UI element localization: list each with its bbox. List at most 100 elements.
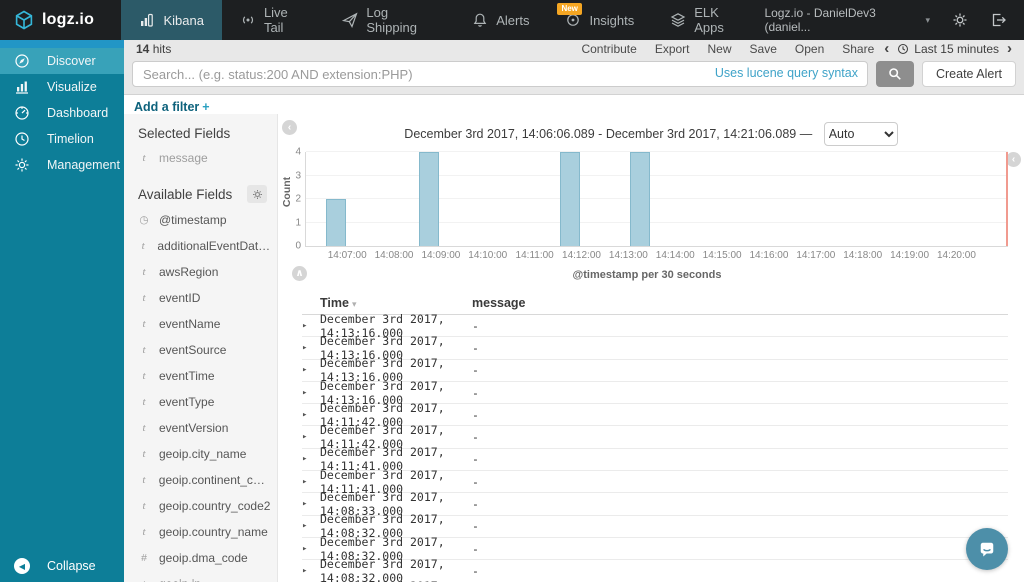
settings-gear-icon[interactable] — [952, 12, 968, 28]
field-item-message[interactable]: t message — [138, 145, 271, 171]
toolbar-action-new[interactable]: New — [708, 42, 732, 56]
topnav-tab-label: Log Shipping — [366, 5, 417, 35]
time-forward-chevron[interactable]: › — [1007, 41, 1012, 56]
add-filter-label: Add a filter — [134, 100, 200, 114]
table-body: ▸ December 3rd 2017, 14:13:16.000- ▸ Decemb… — [302, 312, 1008, 582]
message-column-header[interactable]: message — [472, 296, 1008, 310]
toolbar-action-share[interactable]: Share — [842, 42, 874, 56]
create-alert-button[interactable]: Create Alert — [921, 61, 1016, 87]
field-item-additionaleventdata-fu-[interactable]: t additionalEventData.fu... — [138, 233, 271, 259]
account-menu[interactable]: Logz.io - DanielDev3 (daniel... ▾ — [764, 6, 930, 34]
sidebar-item-visualize[interactable]: Visualize — [0, 74, 124, 100]
topnav-tab-elk-apps[interactable]: ELK Apps — [652, 0, 764, 40]
topnav-tab-live-tail[interactable]: Live Tail — [222, 0, 324, 40]
field-name: geoip.country_code2 — [159, 499, 271, 513]
field-item-eventtime[interactable]: t eventTime — [138, 363, 271, 389]
search-button[interactable] — [875, 61, 914, 87]
field-type-t-icon: t — [142, 422, 146, 434]
toolbar-action-open[interactable]: Open — [795, 42, 824, 56]
gridline — [306, 198, 1008, 199]
row-expand-caret-icon[interactable]: ▸ — [302, 388, 320, 398]
toolbar-action-save[interactable]: Save — [750, 42, 777, 56]
sidebar-item-timelion[interactable]: Timelion — [0, 126, 124, 152]
time-back-chevron[interactable]: ‹ — [884, 41, 889, 56]
field-item-awsregion[interactable]: t awsRegion — [138, 259, 271, 285]
sidebar-menu: Discover Visualize Dashboard Timelion Manage… — [0, 48, 124, 178]
topnav-tab-label: ELK Apps — [694, 5, 724, 35]
x-tick-label: 14:18:00 — [843, 250, 883, 261]
field-item-eventid[interactable]: t eventID — [138, 285, 271, 311]
row-message-cell: - — [472, 474, 479, 489]
logout-icon[interactable] — [990, 12, 1006, 28]
collapse-fields-panel-button[interactable]: ‹ — [282, 120, 297, 135]
sidebar-item-management[interactable]: Management — [0, 152, 124, 178]
row-message-cell: - — [472, 363, 479, 378]
alerts-icon — [472, 12, 488, 28]
field-item-geoip-continent-code[interactable]: t geoip.continent_code — [138, 467, 271, 493]
topnav-tab-insights[interactable]: New Insights — [547, 0, 652, 40]
field-item--timestamp[interactable]: ◷ @timestamp — [138, 207, 271, 233]
field-item-geoip-dma-code[interactable]: # geoip.dma_code — [138, 545, 271, 571]
row-expand-caret-icon[interactable]: ▸ — [302, 499, 320, 509]
field-item-eventname[interactable]: t eventName — [138, 311, 271, 337]
field-item-geoip-country-code2[interactable]: t geoip.country_code2 — [138, 493, 271, 519]
row-expand-caret-icon[interactable]: ▸ — [302, 321, 320, 331]
row-expand-caret-icon[interactable]: ▸ — [302, 410, 320, 420]
field-type-t-icon: t — [138, 578, 150, 582]
field-item-eventversion[interactable]: t eventVersion — [138, 415, 271, 441]
topnav-tab-kibana[interactable]: Kibana — [121, 0, 222, 40]
row-expand-caret-icon[interactable]: ▸ — [302, 454, 320, 464]
field-name: eventID — [159, 291, 201, 305]
discover-icon — [14, 53, 30, 69]
sidebar-item-label: Management — [47, 158, 120, 172]
field-item-geoip-city-name[interactable]: t geoip.city_name — [138, 441, 271, 467]
topnav-tab-log-shipping[interactable]: Log Shipping — [324, 0, 454, 40]
field-item-eventsource[interactable]: t eventSource — [138, 337, 271, 363]
row-expand-caret-icon[interactable]: ▸ — [302, 521, 320, 531]
field-type-t-icon: t — [142, 370, 146, 382]
search-bar: Uses lucene query syntax Create Alert — [124, 57, 1024, 95]
collapse-right-button[interactable]: ‹ — [1006, 152, 1021, 167]
support-chat-button[interactable] — [966, 528, 1008, 570]
logzio-cube-icon — [15, 10, 33, 30]
time-range-button[interactable]: Last 15 minutes — [897, 42, 999, 56]
interval-select[interactable]: Auto — [823, 122, 898, 146]
add-filter-link[interactable]: Add a filter + — [134, 100, 210, 114]
row-expand-caret-icon[interactable]: ▸ — [302, 343, 320, 353]
field-type-t-icon: t — [142, 448, 146, 460]
logo[interactable]: logz.io — [0, 0, 121, 40]
histogram-bar-14-11-30[interactable] — [559, 152, 580, 246]
sidebar-collapse-button[interactable]: ◀ Collapse — [0, 550, 124, 582]
field-item-geoip-country-name[interactable]: t geoip.country_name — [138, 519, 271, 545]
toolbar-action-contribute[interactable]: Contribute — [581, 42, 636, 56]
x-tick-label: 14:08:00 — [374, 250, 414, 261]
row-expand-caret-icon[interactable]: ▸ — [302, 544, 320, 554]
topnav-tab-alerts[interactable]: Alerts — [454, 0, 547, 40]
field-item-geoip-ip[interactable]: t geoip.ip — [138, 571, 271, 582]
top-navigation-bar: logz.io Kibana Live Tail Log Shipping Alert… — [0, 0, 1024, 40]
row-expand-caret-icon[interactable]: ▸ — [302, 365, 320, 375]
histogram-bar-14-08-30[interactable] — [419, 152, 440, 246]
lucene-syntax-link[interactable]: Uses lucene query syntax — [715, 66, 858, 80]
plus-icon: + — [202, 100, 210, 114]
row-message-cell: - — [472, 563, 479, 578]
field-name: geoip.country_name — [159, 525, 268, 539]
x-axis-ticks: 14:07:00 14:08:00 14:09:00 14:10:00 14:11:00… — [305, 247, 1008, 262]
sidebar-item-dashboard[interactable]: Dashboard — [0, 100, 124, 126]
toolbar-action-export[interactable]: Export — [655, 42, 690, 56]
search-icon — [889, 68, 901, 80]
available-fields-title: Available Fields — [138, 185, 271, 203]
histogram-bar-14-13-00[interactable] — [629, 152, 650, 246]
sidebar-item-discover[interactable]: Discover — [0, 48, 124, 74]
field-name: eventVersion — [159, 421, 229, 435]
chart-plot-area[interactable]: 0 1 2 3 4 — [295, 147, 1008, 252]
time-column-header[interactable]: Time ▾ — [320, 296, 472, 310]
field-settings-gear-icon[interactable] — [247, 185, 267, 203]
row-expand-caret-icon[interactable]: ▸ — [302, 432, 320, 442]
row-expand-caret-icon[interactable]: ▸ — [302, 477, 320, 487]
account-label: Logz.io - DanielDev3 (daniel... — [764, 6, 876, 34]
row-expand-caret-icon[interactable]: ▸ — [302, 566, 320, 576]
histogram-bar-14-06-30[interactable] — [325, 199, 346, 246]
chevron-down-icon: ▾ — [925, 14, 931, 25]
field-item-eventtype[interactable]: t eventType — [138, 389, 271, 415]
